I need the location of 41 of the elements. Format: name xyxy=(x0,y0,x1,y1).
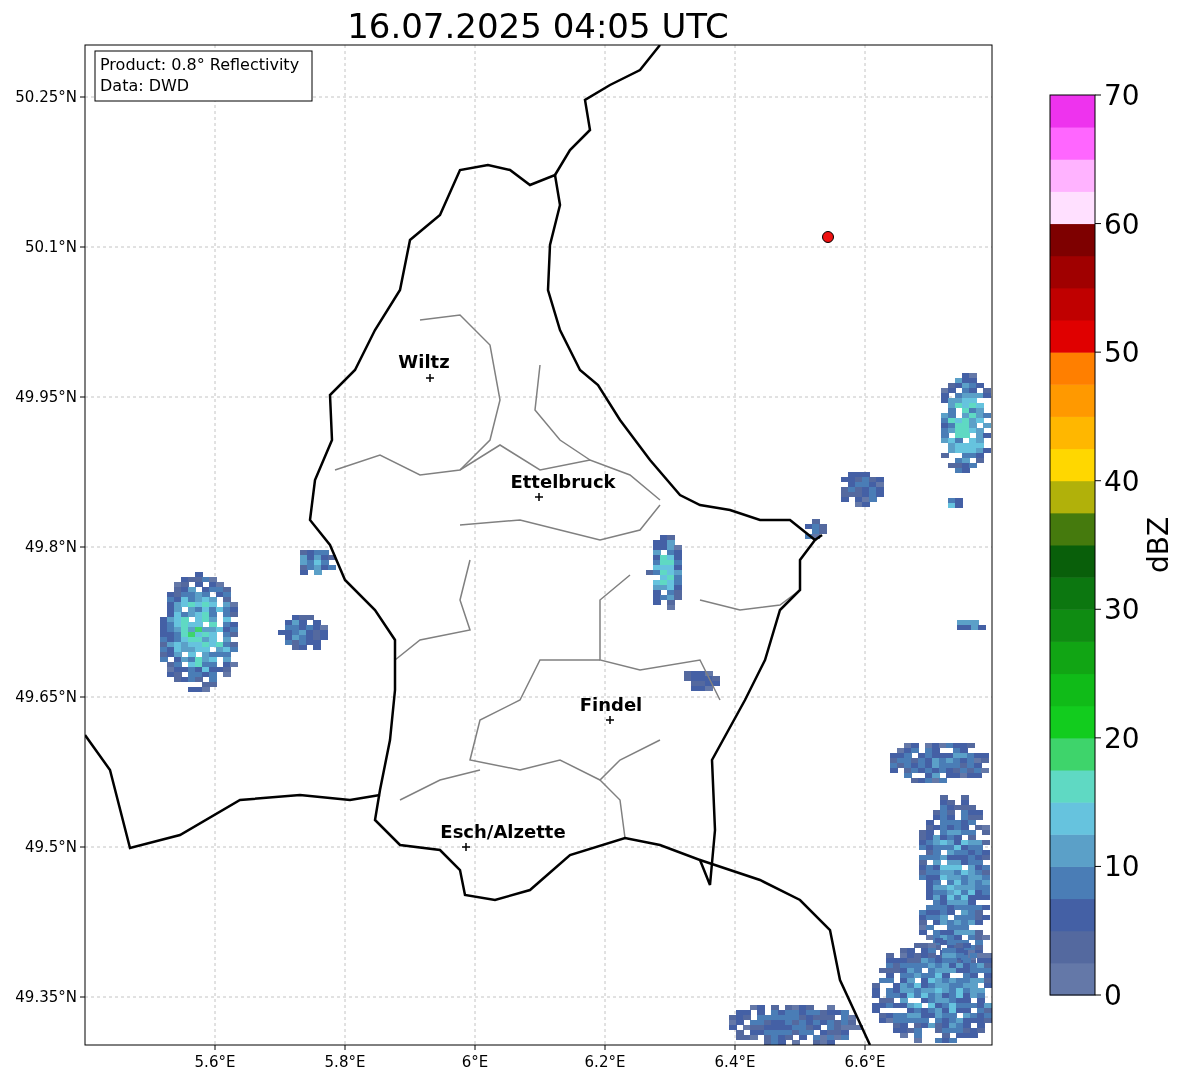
colorbar-tick-label: 30 xyxy=(1104,593,1140,627)
legend-text: Product: 0.8° Reflectivity xyxy=(100,55,300,74)
longitude-label: 6°E xyxy=(461,1053,489,1071)
latitude-label: 49.5°N xyxy=(24,838,77,856)
radar-echo-drawing xyxy=(841,472,884,507)
colorbar-tick-label: 50 xyxy=(1104,336,1140,370)
city-marker-icon xyxy=(425,373,435,383)
longitude-label: 6.2°E xyxy=(584,1053,626,1071)
city-label: Wiltz xyxy=(398,351,450,372)
latitude-label: 49.35°N xyxy=(15,988,77,1006)
longitude-label: 5.8°E xyxy=(324,1053,366,1071)
latitude-label: 49.95°N xyxy=(15,388,77,406)
colorbar-label: dBZ xyxy=(1142,516,1175,574)
city-label: Findel xyxy=(579,694,643,715)
radar-echo-drawing xyxy=(278,615,328,650)
longitude-label: 6.4°E xyxy=(714,1053,756,1071)
legend-text: Data: DWD xyxy=(100,76,190,95)
radar-echo-drawing xyxy=(300,550,336,575)
colorbar-tick-label: 40 xyxy=(1104,464,1140,498)
location-marker xyxy=(822,231,834,243)
colorbar-tick-label: 70 xyxy=(1104,79,1140,112)
colorbar-tick-label: 60 xyxy=(1104,207,1140,241)
longitude-label: 5.6°E xyxy=(194,1053,236,1071)
radar-echo-drawing xyxy=(957,620,986,630)
colorbar-tick-label: 10 xyxy=(1104,850,1140,884)
city-marker-icon xyxy=(461,842,471,852)
city-marker-icon xyxy=(605,715,615,725)
city-marker-icon xyxy=(534,492,544,502)
latitude-label: 50.25°N xyxy=(15,88,77,106)
latitude-label: 49.8°N xyxy=(24,538,77,556)
longitude-label: 6.6°E xyxy=(844,1053,886,1071)
city-label: Ettelbruck xyxy=(510,471,616,492)
radar-echo-drawing xyxy=(684,671,720,691)
latitude-label: 49.65°N xyxy=(15,688,77,706)
chart-title: 16.07.2025 04:05 UTC xyxy=(347,6,729,46)
radar-echo-drawing xyxy=(948,498,963,508)
radar-echo-drawing xyxy=(805,519,827,539)
city-label: Esch/Alzette xyxy=(440,821,566,842)
colorbar-tick-label: 20 xyxy=(1104,721,1140,755)
latitude-label: 50.1°N xyxy=(24,238,77,256)
colorbar-tick-label: 0 xyxy=(1104,979,1122,1012)
